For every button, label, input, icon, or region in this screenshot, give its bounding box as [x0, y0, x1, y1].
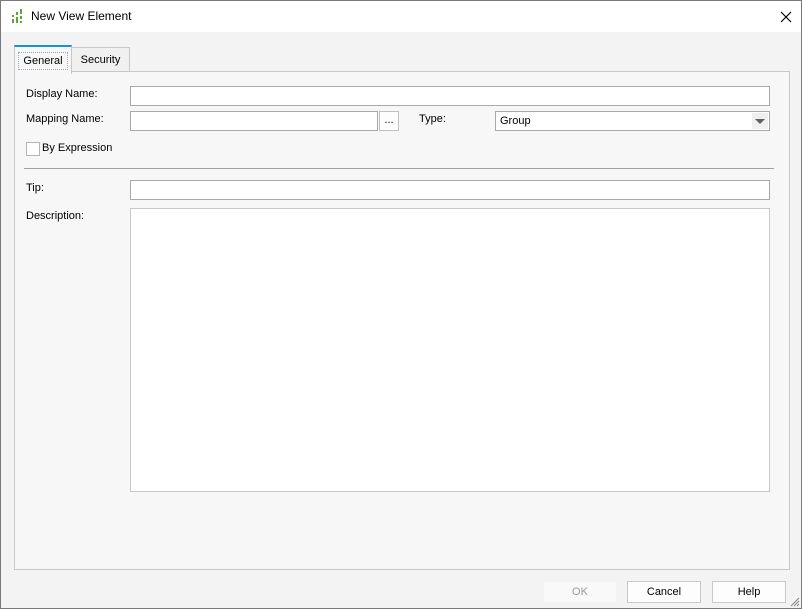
resize-grip-icon[interactable] [790, 597, 800, 607]
display-name-input[interactable] [130, 86, 770, 106]
browse-button[interactable]: ... [379, 111, 399, 131]
close-icon [780, 11, 792, 22]
tab-security-label: Security [80, 54, 121, 66]
bar-chart-icon [12, 9, 22, 23]
description-textarea[interactable] [130, 208, 770, 492]
tab-security[interactable]: Security [71, 47, 130, 72]
help-button[interactable]: Help [712, 581, 786, 603]
cancel-button[interactable]: Cancel [627, 581, 701, 603]
type-label: Type: [419, 113, 446, 125]
ok-button[interactable]: OK [543, 581, 617, 603]
tab-general[interactable]: General [14, 45, 72, 74]
close-button[interactable] [771, 1, 801, 32]
chevron-down-icon[interactable] [752, 113, 768, 129]
general-panel: Display Name: Mapping Name: ... Type: Gr… [14, 71, 790, 570]
mapping-name-input[interactable] [130, 111, 378, 131]
dialog-window: New View Element General Security Displa… [0, 0, 802, 609]
type-select[interactable]: Group [495, 111, 770, 131]
mapping-name-label: Mapping Name: [26, 113, 104, 125]
title-bar: New View Element [1, 1, 801, 32]
description-label: Description: [26, 210, 85, 222]
type-selected-value: Group [500, 115, 531, 127]
window-title: New View Element [31, 9, 132, 23]
display-name-label: Display Name: [26, 88, 98, 100]
tab-general-label: General [18, 51, 68, 70]
by-expression-label: By Expression [42, 142, 113, 154]
divider [24, 168, 774, 169]
by-expression-checkbox[interactable] [26, 142, 40, 156]
tip-label: Tip: [26, 182, 44, 194]
tip-input[interactable] [130, 180, 770, 200]
